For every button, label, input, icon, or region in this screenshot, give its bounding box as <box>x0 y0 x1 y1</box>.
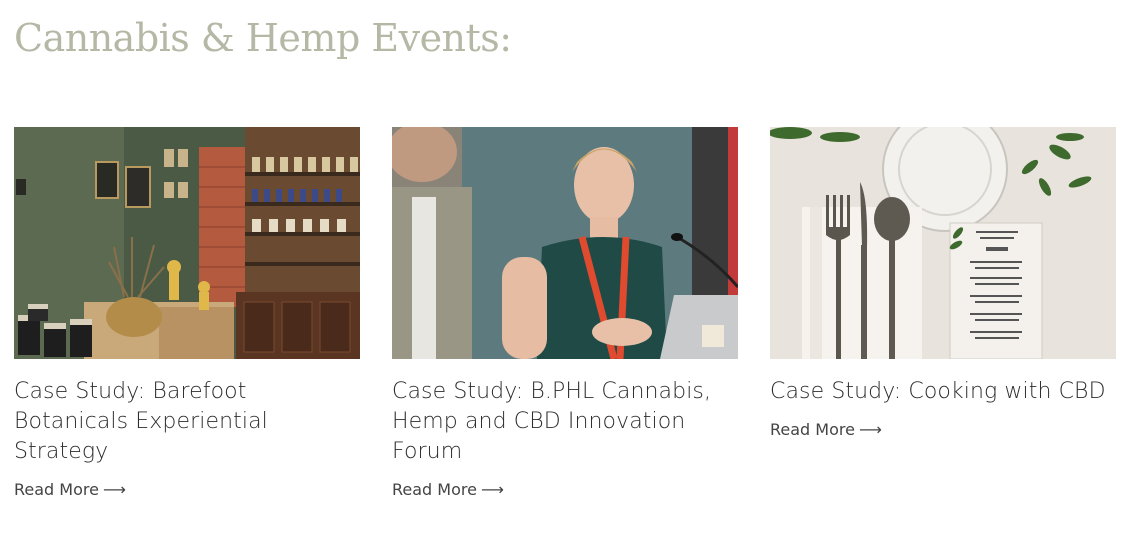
read-more-label: Read More <box>392 480 477 499</box>
arrow-right-icon: ⟶ <box>480 480 504 499</box>
event-card-bphl: Case Study: B.PHL Cannabis, Hemp and CBD… <box>392 127 738 501</box>
card-image-cooking-cbd[interactable] <box>770 127 1116 359</box>
read-more-link-barefoot[interactable]: Read More ⟶ <box>14 479 126 501</box>
read-more-link-cooking-cbd[interactable]: Read More ⟶ <box>770 419 882 441</box>
page-title: Cannabis & Hemp Events: <box>14 16 512 60</box>
read-more-link-bphl[interactable]: Read More ⟶ <box>392 479 504 501</box>
arrow-right-icon: ⟶ <box>858 420 882 439</box>
card-title-barefoot[interactable]: Case Study: Barefoot Botanicals Experien… <box>14 377 360 467</box>
read-more-label: Read More <box>770 420 855 439</box>
card-title-cooking-cbd[interactable]: Case Study: Cooking with CBD <box>770 377 1116 407</box>
arrow-right-icon: ⟶ <box>102 480 126 499</box>
event-card-cooking-cbd: Case Study: Cooking with CBD Read More ⟶ <box>770 127 1116 441</box>
read-more-label: Read More <box>14 480 99 499</box>
card-image-bphl[interactable] <box>392 127 738 359</box>
card-image-barefoot[interactable] <box>14 127 360 359</box>
event-card-barefoot: Case Study: Barefoot Botanicals Experien… <box>14 127 360 501</box>
card-title-bphl[interactable]: Case Study: B.PHL Cannabis, Hemp and CBD… <box>392 377 738 467</box>
